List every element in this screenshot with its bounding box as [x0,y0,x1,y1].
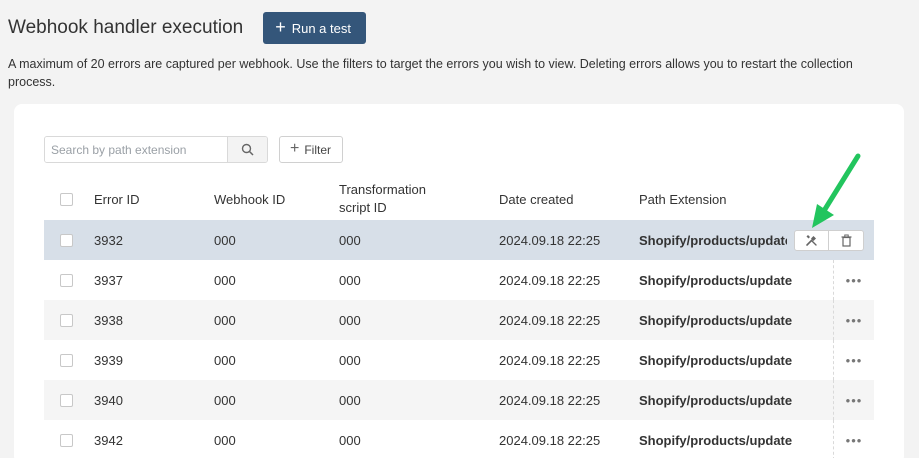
search-icon [241,143,254,156]
date-cell: 2024.09.18 22:25 [499,352,601,368]
path-cell: Shopify/products/update [639,392,793,408]
error-id-cell: 3939 [94,352,123,368]
table-row[interactable]: 3942 000 000 2024.09.18 22:25 Shopify/pr… [44,420,874,458]
plus-icon: + [290,139,300,157]
path-cell: Shopify/products/update [639,232,787,248]
filter-label: Filter [304,142,332,157]
date-cell: 2024.09.18 22:25 [499,432,601,448]
path-cell: Shopify/products/update [639,432,793,448]
more-horizontal-icon[interactable]: ••• [833,300,874,340]
search-box [44,136,268,163]
errors-table: Error ID Webhook ID Transformation scrip… [44,178,874,458]
tools-icon [806,235,817,246]
script-id-cell: 000 [339,432,361,448]
edit-tools-button[interactable] [794,230,829,251]
row-checkbox[interactable] [60,313,73,327]
script-id-cell: 000 [339,272,361,288]
table-row[interactable]: 3939 000 000 2024.09.18 22:25 Shopify/pr… [44,340,874,380]
toolbar: + Filter [44,136,344,163]
row-checkbox[interactable] [60,353,73,367]
webhook-id-cell: 000 [214,392,236,408]
search-button[interactable] [227,137,267,162]
more-horizontal-icon[interactable]: ••• [833,340,874,380]
select-all-cell [60,178,73,220]
errors-card: + Filter Error ID Webhook ID Transformat… [14,104,904,458]
run-test-label: Run a test [291,20,351,36]
error-id-cell: 3932 [94,232,123,248]
page-title: Webhook handler execution [8,17,244,38]
date-cell: 2024.09.18 22:25 [499,272,601,288]
path-cell: Shopify/products/update [639,312,793,328]
row-checkbox[interactable] [60,273,73,287]
page-description: A maximum of 20 errors are captured per … [8,57,853,89]
webhook-id-cell: 000 [214,232,236,248]
row-checkbox[interactable] [60,233,73,247]
script-id-cell: 000 [339,392,361,408]
webhook-id-cell: 000 [214,352,236,368]
column-transformation-script-id[interactable]: Transformation script ID [339,178,449,220]
select-all-checkbox[interactable] [60,192,73,206]
date-cell: 2024.09.18 22:25 [499,392,601,408]
plus-icon: + [275,17,286,37]
row-checkbox[interactable] [60,433,73,447]
table-row[interactable]: 3940 000 000 2024.09.18 22:25 Shopify/pr… [44,380,874,420]
script-id-cell: 000 [339,232,361,248]
column-path-extension[interactable]: Path Extension [639,178,726,220]
filter-button[interactable]: + Filter [279,136,344,163]
row-checkbox[interactable] [60,393,73,407]
webhook-id-cell: 000 [214,432,236,448]
error-id-cell: 3940 [94,392,123,408]
more-horizontal-icon[interactable]: ••• [833,260,874,300]
webhook-id-cell: 000 [214,312,236,328]
table-row[interactable]: 3932 000 000 2024.09.18 22:25 Shopify/pr… [44,220,874,260]
error-id-cell: 3938 [94,312,123,328]
error-id-cell: 3942 [94,432,123,448]
script-id-cell: 000 [339,352,361,368]
run-test-button[interactable]: + Run a test [263,12,366,44]
more-horizontal-icon[interactable]: ••• [833,380,874,420]
date-cell: 2024.09.18 22:25 [499,312,601,328]
path-cell: Shopify/products/update [639,272,793,288]
column-error-id[interactable]: Error ID [94,178,140,220]
script-id-cell: 000 [339,312,361,328]
table-header: Error ID Webhook ID Transformation scrip… [44,178,874,220]
delete-button[interactable] [829,230,864,251]
row-actions [794,230,864,251]
more-horizontal-icon[interactable]: ••• [833,420,874,458]
trash-icon [841,234,851,247]
column-date-created[interactable]: Date created [499,178,573,220]
table-row[interactable]: 3937 000 000 2024.09.18 22:25 Shopify/pr… [44,260,874,300]
search-input[interactable] [45,137,227,162]
webhook-id-cell: 000 [214,272,236,288]
page-header: Webhook handler execution + Run a test [8,12,366,44]
date-cell: 2024.09.18 22:25 [499,232,601,248]
error-id-cell: 3937 [94,272,123,288]
path-cell: Shopify/products/update [639,352,793,368]
table-row[interactable]: 3938 000 000 2024.09.18 22:25 Shopify/pr… [44,300,874,340]
column-webhook-id[interactable]: Webhook ID [214,178,285,220]
